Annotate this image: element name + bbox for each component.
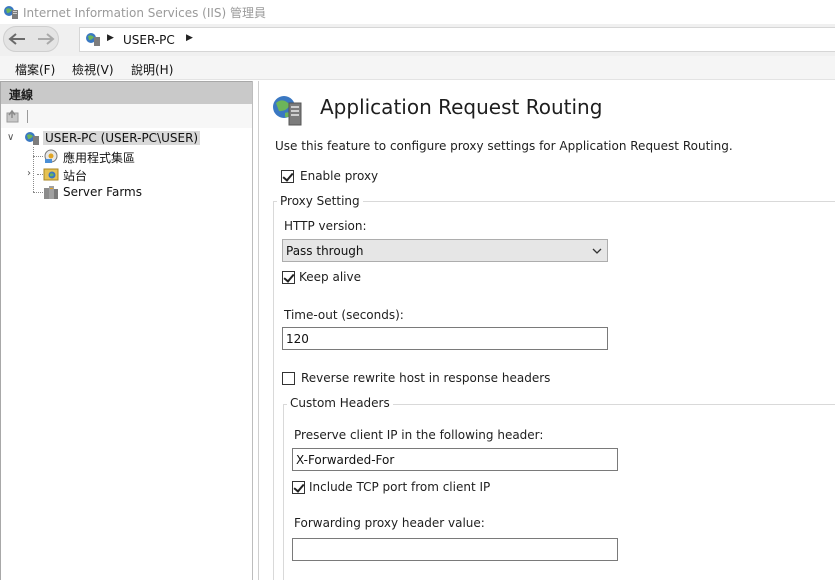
title-bar: Internet Information Services (IIS) 管理員 [0,0,835,24]
iis-app-icon [3,4,19,20]
chevron-down-icon [592,248,602,254]
include-tcp-port-checkbox[interactable] [292,480,305,494]
tree-node-app-pools[interactable]: 應用程式集區 [0,147,252,165]
tree-node-server[interactable]: ∨ USER-PC (USER-PC\USER) [0,129,252,147]
connections-title: 連線 [9,88,34,102]
tree-node-sites[interactable]: › 站台 [0,165,252,183]
connections-pane: 連線 ∨ USER-PC (USER-PC\USER) 應用程式集區 › 站台 … [0,81,253,580]
reverse-rewrite-row[interactable]: Reverse rewrite host in response headers [282,371,550,385]
arr-server-icon [271,93,305,127]
toolbar-divider [27,110,28,123]
tree-node-sites-label: 站台 [63,169,88,183]
server-globe-icon [24,130,40,146]
arrow-right-icon [38,33,55,45]
forwarding-header-label: Forwarding proxy header value: [294,516,485,530]
keep-alive-row[interactable]: Keep alive [282,270,361,284]
reverse-rewrite-checkbox[interactable] [282,371,295,385]
server-farm-icon [43,184,59,200]
enable-proxy-label: Enable proxy [300,169,379,183]
timeout-label: Time-out (seconds): [284,308,404,322]
sites-folder-icon [43,166,59,182]
include-tcp-port-row[interactable]: Include TCP port from client IP [292,480,490,494]
http-version-value: Pass through [286,244,364,258]
window-title: Internet Information Services (IIS) 管理員 [23,6,267,20]
custom-headers-legend: Custom Headers [287,396,393,410]
tree-node-server-farms-label: Server Farms [63,185,142,199]
http-version-label: HTTP version: [284,219,367,233]
chevron-right-icon[interactable]: › [27,169,37,179]
forwarding-header-input[interactable] [292,538,618,561]
feature-pane: Application Request Routing Use this fea… [258,81,835,580]
tree-node-app-pools-label: 應用程式集區 [63,151,136,165]
breadcrumb-separator-icon[interactable]: ▶ [186,33,193,43]
menu-bar: 檔案(F) 檢視(V) 說明(H) [0,56,835,80]
page-title: Application Request Routing [320,95,603,119]
arrow-left-icon [8,33,25,45]
preserve-ip-label: Preserve client IP in the following head… [294,428,544,442]
menu-view[interactable]: 檢視(V) [72,61,114,78]
app-pool-icon [43,148,59,164]
address-breadcrumb-bar[interactable]: ▶ USER-PC ▶ [79,27,835,52]
menu-help[interactable]: 說明(H) [131,61,173,78]
up-folder-icon[interactable] [6,109,20,123]
preserve-ip-input[interactable] [292,448,618,471]
proxy-setting-legend: Proxy Setting [277,194,363,208]
server-globe-icon [85,31,101,47]
keep-alive-checkbox[interactable] [282,270,295,284]
keep-alive-label: Keep alive [299,270,361,284]
include-tcp-port-label: Include TCP port from client IP [309,480,491,494]
forward-button[interactable] [33,27,59,51]
tree-node-server-label: USER-PC (USER-PC\USER) [43,131,201,145]
feature-description: Use this feature to configure proxy sett… [275,139,733,153]
breadcrumb-separator-icon[interactable]: ▶ [107,33,114,43]
connections-toolbar [0,104,252,128]
menu-file[interactable]: 檔案(F) [15,61,55,78]
timeout-input[interactable] [282,327,608,350]
address-bar-area: ▶ USER-PC ▶ [0,24,835,56]
connections-header: 連線 [0,81,252,104]
http-version-select[interactable]: Pass through [282,239,608,262]
tree-node-server-farms[interactable]: Server Farms [0,183,252,201]
reverse-rewrite-label: Reverse rewrite host in response headers [301,371,551,385]
enable-proxy-row[interactable]: Enable proxy [281,169,378,183]
breadcrumb-server[interactable]: USER-PC [123,33,175,47]
chevron-down-icon[interactable]: ∨ [7,133,17,143]
enable-proxy-checkbox[interactable] [281,169,294,183]
back-button[interactable] [4,27,30,51]
